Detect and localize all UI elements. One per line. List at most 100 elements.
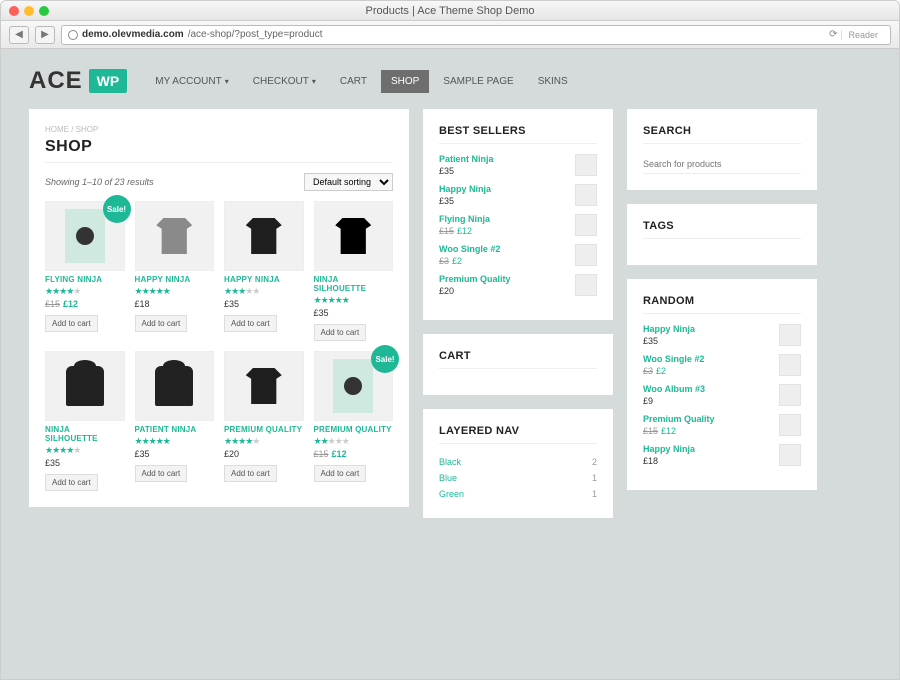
product-card[interactable]: PATIENT NINJA★★★★★£35Add to cart — [135, 351, 215, 491]
list-item[interactable]: Happy Ninja £18 — [643, 444, 801, 466]
product-link[interactable]: Woo Single #2 — [439, 244, 500, 254]
product-price: £15£12 — [45, 299, 125, 309]
browser-window: Products | Ace Theme Shop Demo ◀ ▶ demo.… — [0, 0, 900, 680]
product-price: £18 — [135, 299, 215, 309]
add-to-cart-button[interactable]: Add to cart — [45, 315, 98, 332]
search-input[interactable] — [643, 155, 801, 174]
list-item[interactable]: Flying Ninja£15£12 — [439, 214, 597, 236]
refresh-icon[interactable]: ⟳ — [829, 29, 837, 40]
page-title: SHOP — [45, 138, 393, 156]
list-item[interactable]: Woo Album #3£9 — [643, 384, 801, 406]
product-link[interactable]: Premium Quality — [643, 414, 715, 424]
product-card[interactable]: PREMIUM QUALITY★★★★★£20Add to cart — [224, 351, 304, 491]
product-thumb-mini — [575, 274, 597, 296]
product-link[interactable]: Happy Ninja — [643, 444, 695, 454]
product-link[interactable]: Happy Ninja — [439, 184, 491, 194]
window-titlebar: Products | Ace Theme Shop Demo — [1, 1, 899, 21]
add-to-cart-button[interactable]: Add to cart — [224, 315, 277, 332]
add-to-cart-button[interactable]: Add to cart — [135, 465, 188, 482]
product-link[interactable]: Woo Single #2 — [643, 354, 704, 364]
product-thumb — [135, 201, 215, 271]
reader-button[interactable]: Reader — [841, 30, 884, 40]
back-button[interactable]: ◀ — [9, 26, 29, 44]
product-thumb — [314, 201, 394, 271]
product-thumb-mini — [575, 214, 597, 236]
shop-panel: HOME / SHOP SHOP Showing 1–10 of 23 resu… — [29, 109, 409, 507]
add-to-cart-button[interactable]: Add to cart — [45, 474, 98, 491]
list-item[interactable]: Woo Single #2£3£2 — [643, 354, 801, 376]
widget-title: SEARCH — [643, 125, 801, 137]
product-thumb-mini — [575, 244, 597, 266]
add-to-cart-button[interactable]: Add to cart — [314, 465, 367, 482]
filter-count: 2 — [592, 457, 597, 467]
product-price: £35 — [314, 308, 394, 318]
menu-item-cart[interactable]: CART — [330, 70, 377, 93]
product-grid: Sale!FLYING NINJA★★★★★£15£12Add to cartH… — [45, 201, 393, 491]
sort-select[interactable]: Default sorting — [304, 173, 393, 191]
product-price: £18 — [643, 456, 695, 466]
product-card[interactable]: HAPPY NINJA★★★★★£18Add to cart — [135, 201, 215, 341]
product-link[interactable]: Woo Album #3 — [643, 384, 705, 394]
url-host: demo.olevmedia.com — [82, 29, 184, 40]
page-viewport: ACE WP MY ACCOUNT▾CHECKOUT▾CARTSHOPSAMPL… — [1, 49, 899, 679]
product-link[interactable]: Premium Quality — [439, 274, 511, 284]
sidebar-middle: BEST SELLERS Patient Ninja£35Happy Ninja… — [423, 109, 613, 518]
product-thumb — [135, 351, 215, 421]
product-price: £35 — [135, 449, 215, 459]
product-price: £35 — [439, 196, 491, 206]
widget-title: LAYERED NAV — [439, 425, 597, 437]
menu-item-checkout[interactable]: CHECKOUT▾ — [243, 70, 326, 93]
sidebar-right: SEARCH TAGS RANDOM Happy Ninja£35Woo Sin… — [627, 109, 817, 490]
star-rating: ★★★★★ — [314, 436, 394, 447]
globe-icon — [68, 30, 78, 40]
breadcrumb: HOME / SHOP — [45, 125, 393, 134]
product-thumb-mini — [779, 444, 801, 466]
widget-bestsellers: BEST SELLERS Patient Ninja£35Happy Ninja… — [423, 109, 613, 320]
product-card[interactable]: NINJA SILHOUETTE★★★★★£35Add to cart — [45, 351, 125, 491]
star-rating: ★★★★★ — [224, 436, 304, 447]
url-path[interactable] — [188, 29, 825, 40]
widget-layered-nav: LAYERED NAV Black2Blue1Green1 — [423, 409, 613, 518]
widget-title: RANDOM — [643, 295, 801, 307]
filter-option[interactable]: Blue1 — [439, 470, 597, 486]
star-rating: ★★★★★ — [45, 286, 125, 297]
list-item[interactable]: Happy Ninja £35 — [439, 184, 597, 206]
menu-item-shop[interactable]: SHOP — [381, 70, 429, 93]
product-card[interactable]: NINJA SILHOUETTE★★★★★£35Add to cart — [314, 201, 394, 341]
results-count: Showing 1–10 of 23 results — [45, 177, 154, 187]
menu-item-skins[interactable]: SKINS — [528, 70, 578, 93]
list-item[interactable]: Premium Quality£20 — [439, 274, 597, 296]
star-rating: ★★★★★ — [135, 436, 215, 447]
product-title: HAPPY NINJA — [224, 275, 304, 284]
product-link[interactable]: Patient Ninja — [439, 154, 494, 164]
chevron-down-icon: ▾ — [225, 77, 229, 86]
filter-option[interactable]: Black2 — [439, 454, 597, 470]
product-thumb — [224, 351, 304, 421]
product-card[interactable]: Sale!FLYING NINJA★★★★★£15£12Add to cart — [45, 201, 125, 341]
list-item[interactable]: Happy Ninja£35 — [643, 324, 801, 346]
product-title: HAPPY NINJA — [135, 275, 215, 284]
list-item[interactable]: Patient Ninja£35 — [439, 154, 597, 176]
product-price: £20 — [224, 449, 304, 459]
product-link[interactable]: Flying Ninja — [439, 214, 490, 224]
product-thumb-mini — [779, 324, 801, 346]
product-card[interactable]: Sale!PREMIUM QUALITY★★★★★£15£12Add to ca… — [314, 351, 394, 491]
product-card[interactable]: HAPPY NINJA★★★★★£35Add to cart — [224, 201, 304, 341]
add-to-cart-button[interactable]: Add to cart — [135, 315, 188, 332]
add-to-cart-button[interactable]: Add to cart — [314, 324, 367, 341]
product-thumb — [224, 201, 304, 271]
filter-option[interactable]: Green1 — [439, 486, 597, 502]
product-title: FLYING NINJA — [45, 275, 125, 284]
list-item[interactable]: Woo Single #2£3£2 — [439, 244, 597, 266]
menu-item-my-account[interactable]: MY ACCOUNT▾ — [145, 70, 239, 93]
product-link[interactable]: Happy Ninja — [643, 324, 695, 334]
add-to-cart-button[interactable]: Add to cart — [224, 465, 277, 482]
forward-button[interactable]: ▶ — [35, 26, 55, 44]
divider — [45, 162, 393, 163]
url-bar[interactable]: demo.olevmedia.com ⟳ Reader — [61, 25, 891, 45]
logo[interactable]: ACE WP — [29, 67, 127, 95]
product-title: NINJA SILHOUETTE — [314, 275, 394, 293]
logo-badge: WP — [89, 69, 128, 93]
menu-item-sample-page[interactable]: SAMPLE PAGE — [433, 70, 523, 93]
list-item[interactable]: Premium Quality£15£12 — [643, 414, 801, 436]
